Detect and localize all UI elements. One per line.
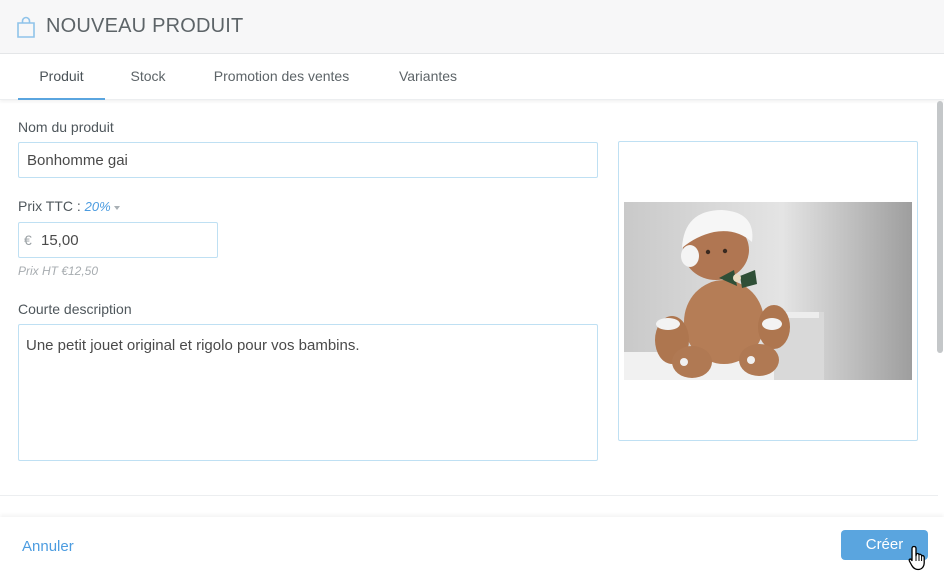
vat-rate-value: 20%: [84, 199, 111, 214]
price-field: €: [18, 222, 218, 258]
shopping-bag-icon: [17, 16, 35, 38]
short-description-textarea[interactable]: Une petit jouet original et rigolo pour …: [18, 324, 598, 461]
euro-icon: €: [24, 232, 32, 248]
cancel-link[interactable]: Annuler: [22, 538, 74, 555]
price-ht-hint: Prix HT €12,50: [18, 264, 99, 278]
tab-promotion-des-ventes[interactable]: Promotion des ventes: [200, 54, 363, 100]
page-header: NOUVEAU PRODUIT: [0, 0, 944, 54]
tab-bar: Produit Stock Promotion des ventes Varia…: [0, 54, 944, 100]
product-image-box[interactable]: [618, 141, 918, 441]
product-name-input[interactable]: [18, 142, 598, 178]
price-label-row: Prix TTC : 20%: [18, 198, 120, 214]
price-label: Prix TTC :: [18, 198, 81, 214]
page-title: NOUVEAU PRODUIT: [46, 15, 244, 37]
product-photo: [624, 202, 912, 380]
content-divider: [0, 495, 938, 496]
scrollbar-thumb[interactable]: [937, 101, 943, 353]
footer-bar: Annuler Créer: [0, 517, 944, 576]
tab-stock[interactable]: Stock: [118, 54, 178, 100]
vat-rate-selector[interactable]: 20%: [85, 199, 120, 214]
price-input[interactable]: [41, 224, 211, 256]
product-name-label: Nom du produit: [18, 119, 114, 135]
tab-variantes[interactable]: Variantes: [388, 54, 468, 100]
caret-down-icon: [113, 205, 120, 210]
short-description-label: Courte description: [18, 301, 132, 317]
hand-cursor-icon: [908, 545, 925, 571]
tab-produit[interactable]: Produit: [18, 54, 105, 100]
